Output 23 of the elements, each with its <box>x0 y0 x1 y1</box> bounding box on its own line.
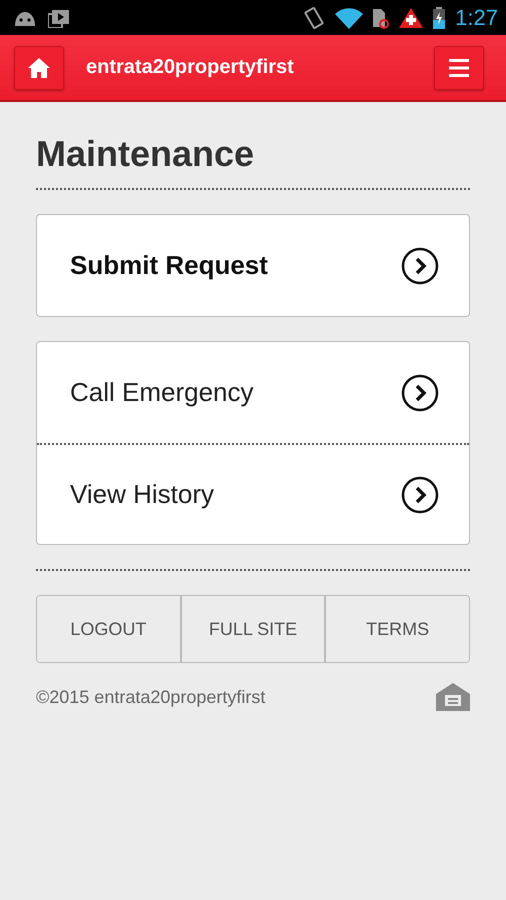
sim-icon <box>373 6 390 28</box>
app-title: entrata20propertyfirst <box>86 56 295 79</box>
copyright-text: ©2015 entrata20propertyfirst <box>36 686 266 708</box>
media-icon <box>48 8 70 28</box>
home-button[interactable] <box>14 46 64 90</box>
house-icon <box>436 683 470 711</box>
page-title: Maintenance <box>36 132 256 176</box>
menu-button[interactable] <box>434 46 484 90</box>
android-icon <box>12 10 38 26</box>
vibrate-icon <box>303 6 326 30</box>
battery-icon <box>433 6 446 28</box>
menu-item[interactable]: View History <box>37 443 469 544</box>
chevron-circle-icon <box>401 476 439 514</box>
footer-link[interactable]: TERMS <box>324 596 469 662</box>
status-time: 1:27 <box>455 4 498 30</box>
menu-icon <box>449 58 469 76</box>
chevron-circle-icon <box>401 374 439 412</box>
submit-request-item[interactable]: Submit Request <box>37 215 469 316</box>
warning-cross-icon <box>399 8 424 28</box>
chevron-circle-icon <box>401 246 439 284</box>
menu-item[interactable]: Call Emergency <box>37 342 469 443</box>
home-icon <box>28 58 50 78</box>
wifi-icon <box>335 6 364 28</box>
